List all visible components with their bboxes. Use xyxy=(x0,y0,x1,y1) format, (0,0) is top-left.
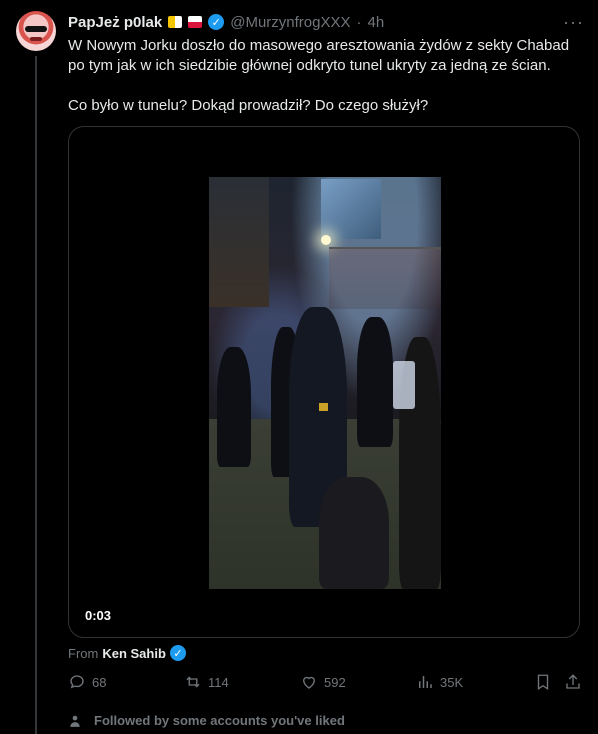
video-duration: 0:03 xyxy=(85,608,112,623)
verified-badge-icon[interactable]: ✓ xyxy=(208,14,225,30)
views-button[interactable]: 35K xyxy=(416,673,463,691)
reply-button[interactable]: 68 xyxy=(68,673,106,691)
avatar[interactable] xyxy=(16,11,56,51)
post-text-paragraph: Co było w tunelu? Dokąd prowadził? Do cz… xyxy=(68,97,429,114)
reply-icon xyxy=(70,675,84,689)
user-handle[interactable]: @MurzynfrogXXX xyxy=(230,14,350,31)
video-person xyxy=(217,347,251,467)
video-building xyxy=(209,177,269,307)
post-time[interactable]: 4h xyxy=(367,14,384,31)
thread-line xyxy=(35,56,37,734)
social-context: Followed by some accounts you've liked xyxy=(68,713,345,728)
action-bar: 68 114 592 35K xyxy=(68,673,584,695)
share-button[interactable] xyxy=(564,673,582,691)
video-phone xyxy=(393,361,415,409)
verified-badge-icon: ✓ xyxy=(169,645,186,661)
separator: · xyxy=(356,13,362,31)
from-source[interactable]: Ken Sahib xyxy=(102,646,166,661)
person-icon xyxy=(70,715,80,727)
reply-count: 68 xyxy=(92,674,107,690)
post-text-paragraph: W Nowym Jorku doszło do masowego areszto… xyxy=(68,37,570,74)
social-context-text: Followed by some accounts you've liked xyxy=(94,713,345,728)
bookmark-button[interactable] xyxy=(534,673,552,691)
heart-icon xyxy=(303,676,315,689)
share-icon xyxy=(566,674,580,689)
avatar-glasses xyxy=(25,26,47,32)
vatican-flag-icon xyxy=(168,16,183,28)
attribution: From Ken Sahib ✓ xyxy=(68,645,186,661)
repost-count: 114 xyxy=(208,674,229,690)
video-person xyxy=(357,317,393,447)
avatar-mouth xyxy=(30,37,42,41)
like-button[interactable]: 592 xyxy=(300,673,346,691)
video-billboard xyxy=(321,179,381,239)
bookmark-icon xyxy=(537,674,549,691)
video-streetlight xyxy=(321,235,331,245)
video-badge xyxy=(319,403,328,411)
video-person xyxy=(319,477,389,589)
views-count: 35K xyxy=(440,674,464,690)
display-name[interactable]: PapJeż p0lak xyxy=(68,14,162,31)
post-header: PapJeż p0lak ✓ @MurzynfrogXXX · 4h ··· xyxy=(68,12,584,32)
more-horizontal-icon[interactable]: ··· xyxy=(563,13,584,31)
repost-icon xyxy=(186,676,200,688)
views-icon xyxy=(419,676,432,688)
video-player[interactable]: 0:03 xyxy=(68,126,580,638)
post-text: W Nowym Jorku doszło do masowego areszto… xyxy=(68,36,580,116)
like-count: 592 xyxy=(324,674,346,690)
video-frame[interactable] xyxy=(209,177,441,589)
from-label: From xyxy=(68,645,99,661)
repost-button[interactable]: 114 xyxy=(184,673,229,691)
video-railing xyxy=(329,247,441,309)
poland-flag-icon xyxy=(188,16,203,28)
